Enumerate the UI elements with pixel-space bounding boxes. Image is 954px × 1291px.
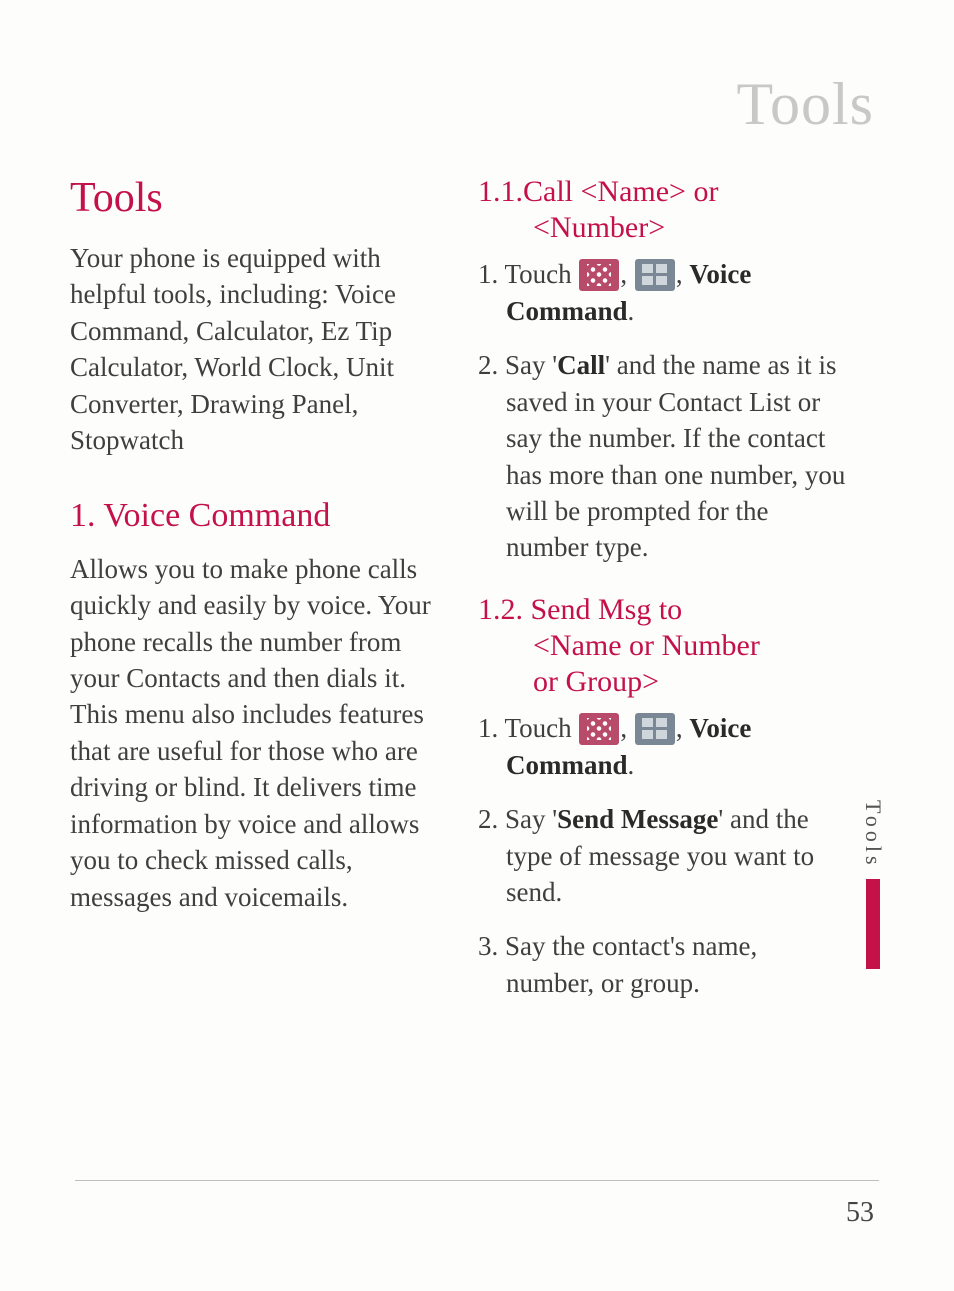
step-text: . [628,750,635,780]
side-tab: Tools [860,800,886,969]
step-say-call: 2. Say 'Call' and the name as it is save… [478,347,848,566]
step-text: ' and the name as it is saved in your Co… [506,350,845,562]
step-touch-voice-command: 1. Touch , , Voice Command. [478,256,848,329]
step-text: 2. Say ' [478,350,557,380]
tools-icon [635,713,675,745]
page-title: Tools [70,70,884,139]
left-column: Tools Your phone is equipped with helpfu… [70,174,440,1019]
step-text: , [676,259,690,289]
tools-icon [635,259,675,291]
step-touch-voice-command-2: 1. Touch , , Voice Command. [478,710,848,783]
page-number: 53 [846,1197,874,1229]
heading-line: <Name or Number [478,628,848,664]
step-bold: Send Message [557,804,718,834]
heading-send-msg: 1.2. Send Msg to <Name or Number or Grou… [478,592,848,700]
heading-line: 1.1.Call <Name> or [478,175,718,208]
heading-line: or Group> [478,664,848,700]
step-text: , [676,713,690,743]
heading-call-name-number: 1.1.Call <Name> or <Number> [478,174,848,246]
step-say-send-message: 2. Say 'Send Message' and the type of me… [478,801,848,910]
right-column: 1.1.Call <Name> or <Number> 1. Touch , ,… [478,174,848,1019]
intro-text: Your phone is equipped with helpful tool… [70,240,440,459]
step-text: , [620,259,634,289]
step-text: 2. Say ' [478,804,557,834]
apps-grid-icon [579,259,619,291]
footer-divider [75,1180,879,1181]
heading-line: <Number> [478,210,848,246]
step-text: 1. Touch [478,713,578,743]
side-tab-label: Tools [860,800,886,869]
step-text: , [620,713,634,743]
heading-tools: Tools [70,174,440,222]
step-text: . [628,296,635,326]
heading-line: 1.2. Send Msg to [478,593,682,626]
apps-grid-icon [579,713,619,745]
side-tab-bar [866,879,880,969]
content-columns: Tools Your phone is equipped with helpfu… [70,174,884,1019]
voice-command-body: Allows you to make phone calls quickly a… [70,551,440,915]
heading-voice-command: 1. Voice Command [70,497,440,535]
step-bold: Call [557,350,605,380]
step-say-contact: 3. Say the contact's name, number, or gr… [478,928,848,1001]
step-text: 1. Touch [478,259,578,289]
